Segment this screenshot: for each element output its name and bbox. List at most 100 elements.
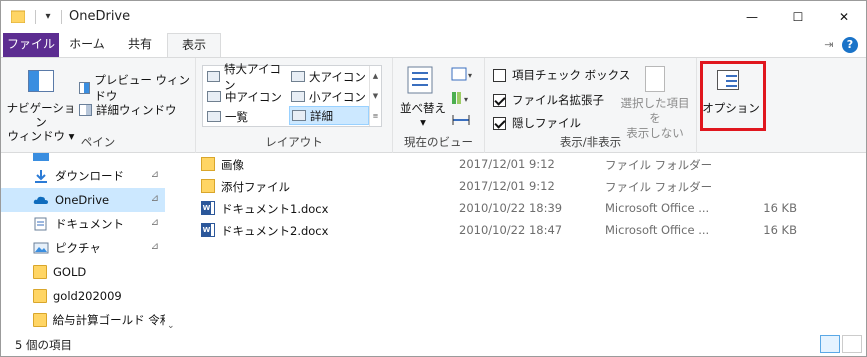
layout-item-label: 一覧 [225, 109, 248, 124]
size-columns-to-fit-icon[interactable] [451, 112, 473, 128]
item-checkbox-toggle[interactable]: 項目チェック ボックス [493, 67, 630, 83]
pin-icon[interactable]: ⊿ [151, 193, 159, 204]
hidden-items-toggle[interactable]: 隠しファイル [493, 115, 581, 131]
tab-share[interactable]: 共有 [115, 33, 165, 57]
group-label-pane: ペイン [80, 135, 116, 149]
file-date: 2017/12/01 9:12 [459, 179, 555, 193]
layout-item-label: 詳細 [310, 108, 333, 123]
folder-icon [33, 265, 47, 279]
file-date: 2010/10/22 18:39 [459, 201, 563, 215]
nav-item-gold202009[interactable]: gold202009 [1, 284, 167, 308]
folder-icon [11, 10, 25, 23]
sort-by-button[interactable]: 並べ替え ▾ [395, 101, 451, 129]
pictures-icon [33, 242, 49, 254]
pin-icon[interactable]: ⊿ [151, 241, 159, 252]
download-icon [35, 170, 47, 183]
navigation-pane-label: ナビゲーション [6, 101, 76, 129]
group-label-layout: レイアウト [265, 135, 323, 149]
large-icons-view-button[interactable] [842, 335, 862, 353]
list-view-icon [207, 111, 221, 122]
group-by-icon[interactable]: ▾ [451, 66, 473, 82]
folder-icon [33, 289, 47, 303]
gallery-more-icon[interactable]: ≡ [370, 106, 381, 126]
file-row[interactable]: 添付ファイル 2017/12/01 9:12 ファイル フォルダー [197, 175, 817, 197]
nav-pane-scrollbar[interactable]: ⌄ [165, 153, 179, 333]
hidden-items-label: 隠しファイル [512, 116, 581, 130]
file-row[interactable]: ドキュメント2.docx 2010/10/22 18:47 Microsoft … [197, 219, 817, 241]
layout-item-label: 小アイコン [309, 89, 366, 104]
title-bar: ▾ OneDrive — ☐ ✕ [1, 1, 866, 33]
file-row[interactable]: 画像 2017/12/01 9:12 ファイル フォルダー [197, 153, 817, 175]
add-columns-icon[interactable]: ▾ [451, 90, 473, 106]
file-date: 2017/12/01 9:12 [459, 157, 555, 171]
ribbon-group-pane: ナビゲーション ウィンドウ ▾ プレビュー ウィンドウ 詳細ウィンドウ ペイン [1, 58, 196, 153]
hide-selected-icon [645, 66, 665, 92]
nav-item-downloads[interactable]: ダウンロード ⊿ [1, 164, 167, 188]
details-view-button[interactable] [820, 335, 840, 353]
sort-by-icon [407, 66, 433, 94]
file-name: 画像 [221, 158, 244, 172]
hide-selected-items-button[interactable]: 選択した項目を 表示しない [615, 66, 695, 141]
nav-item-payroll-gold[interactable]: 給与計算ゴールド 令和 [1, 308, 167, 332]
pin-ribbon-icon[interactable]: ⇥ [822, 38, 836, 52]
quick-access-dropdown-icon[interactable]: ▾ [41, 10, 55, 24]
nav-item-pictures[interactable]: ピクチャ ⊿ [1, 236, 167, 260]
scroll-down-icon[interactable]: ▼ [370, 86, 381, 106]
file-type: Microsoft Office ... [605, 201, 710, 215]
maximize-button[interactable]: ☐ [775, 1, 821, 33]
file-extensions-toggle[interactable]: ファイル名拡張子 [493, 92, 604, 108]
nav-item-label: gold202009 [53, 289, 122, 303]
item-checkbox-checkbox[interactable] [493, 68, 506, 82]
file-name: ドキュメント2.docx [221, 224, 329, 238]
folder-icon [201, 157, 215, 171]
small-icons-icon [291, 91, 305, 102]
tab-file[interactable]: ファイル [3, 33, 59, 57]
ribbon-group-layout: 特大アイコン 大アイコン 中アイコン 小アイコン 一覧 詳細 ▲ ▼ ≡ レイア… [196, 58, 393, 153]
view-switcher [820, 335, 862, 353]
layout-small-icons[interactable]: 小アイコン [289, 87, 369, 106]
folder-icon [33, 313, 47, 327]
navigation-pane-icon [28, 70, 54, 92]
ribbon-group-current-view: 並べ替え ▾ ▾ ▾ 現在のビュー [393, 58, 485, 153]
minimize-button[interactable]: — [729, 1, 775, 33]
options-highlight-box [700, 61, 766, 131]
file-list: 画像 2017/12/01 9:12 ファイル フォルダー 添付ファイル 201… [179, 153, 866, 333]
nav-item-gold[interactable]: GOLD [1, 260, 167, 284]
nav-item-documents[interactable]: ドキュメント ⊿ [1, 212, 167, 236]
svg-text:▾: ▾ [464, 95, 468, 104]
layout-list[interactable]: 一覧 [205, 107, 287, 126]
layout-item-label: 大アイコン [309, 69, 366, 84]
details-pane-label: 詳細ウィンドウ [96, 103, 177, 117]
layout-medium-icons[interactable]: 中アイコン [205, 87, 287, 106]
medium-icons-icon [207, 91, 221, 102]
layout-details[interactable]: 詳細 [289, 106, 369, 125]
layout-gallery-scroll[interactable]: ▲ ▼ ≡ [369, 66, 381, 126]
nav-item-label: 給与計算ゴールド 令和 [52, 313, 167, 327]
cloud-icon [33, 196, 48, 204]
tab-home[interactable]: ホーム [61, 33, 113, 57]
hidden-items-checkbox[interactable] [493, 116, 506, 130]
pin-icon[interactable]: ⊿ [151, 169, 159, 180]
file-extensions-checkbox[interactable] [493, 93, 506, 107]
sort-by-label: 並べ替え [400, 101, 446, 115]
tab-view[interactable]: 表示 [167, 33, 221, 58]
file-size: 16 KB [763, 201, 797, 215]
file-row[interactable]: ドキュメント1.docx 2010/10/22 18:39 Microsoft … [197, 197, 817, 219]
layout-large-icons[interactable]: 大アイコン [289, 67, 369, 86]
preview-pane-button[interactable]: プレビュー ウィンドウ [79, 72, 195, 104]
title-separator [61, 10, 62, 24]
scroll-up-icon[interactable]: ▲ [370, 66, 381, 86]
documents-icon [34, 217, 47, 231]
word-doc-icon [201, 223, 215, 237]
navigation-pane: ダウンロード ⊿ OneDrive ⊿ ドキュメント ⊿ ピクチャ ⊿ GOLD… [1, 153, 179, 333]
group-label-current-view: 現在のビュー [404, 135, 473, 149]
window-title: OneDrive [69, 9, 131, 24]
nav-item-onedrive[interactable]: OneDrive ⊿ [1, 188, 167, 212]
details-pane-button[interactable]: 詳細ウィンドウ [79, 102, 177, 118]
details-view-icon [292, 110, 306, 121]
pin-icon[interactable]: ⊿ [151, 217, 159, 228]
close-button[interactable]: ✕ [821, 1, 867, 33]
layout-extra-large-icons[interactable]: 特大アイコン [205, 62, 287, 92]
help-icon[interactable]: ? [842, 37, 858, 53]
scroll-down-icon[interactable]: ⌄ [167, 321, 175, 331]
